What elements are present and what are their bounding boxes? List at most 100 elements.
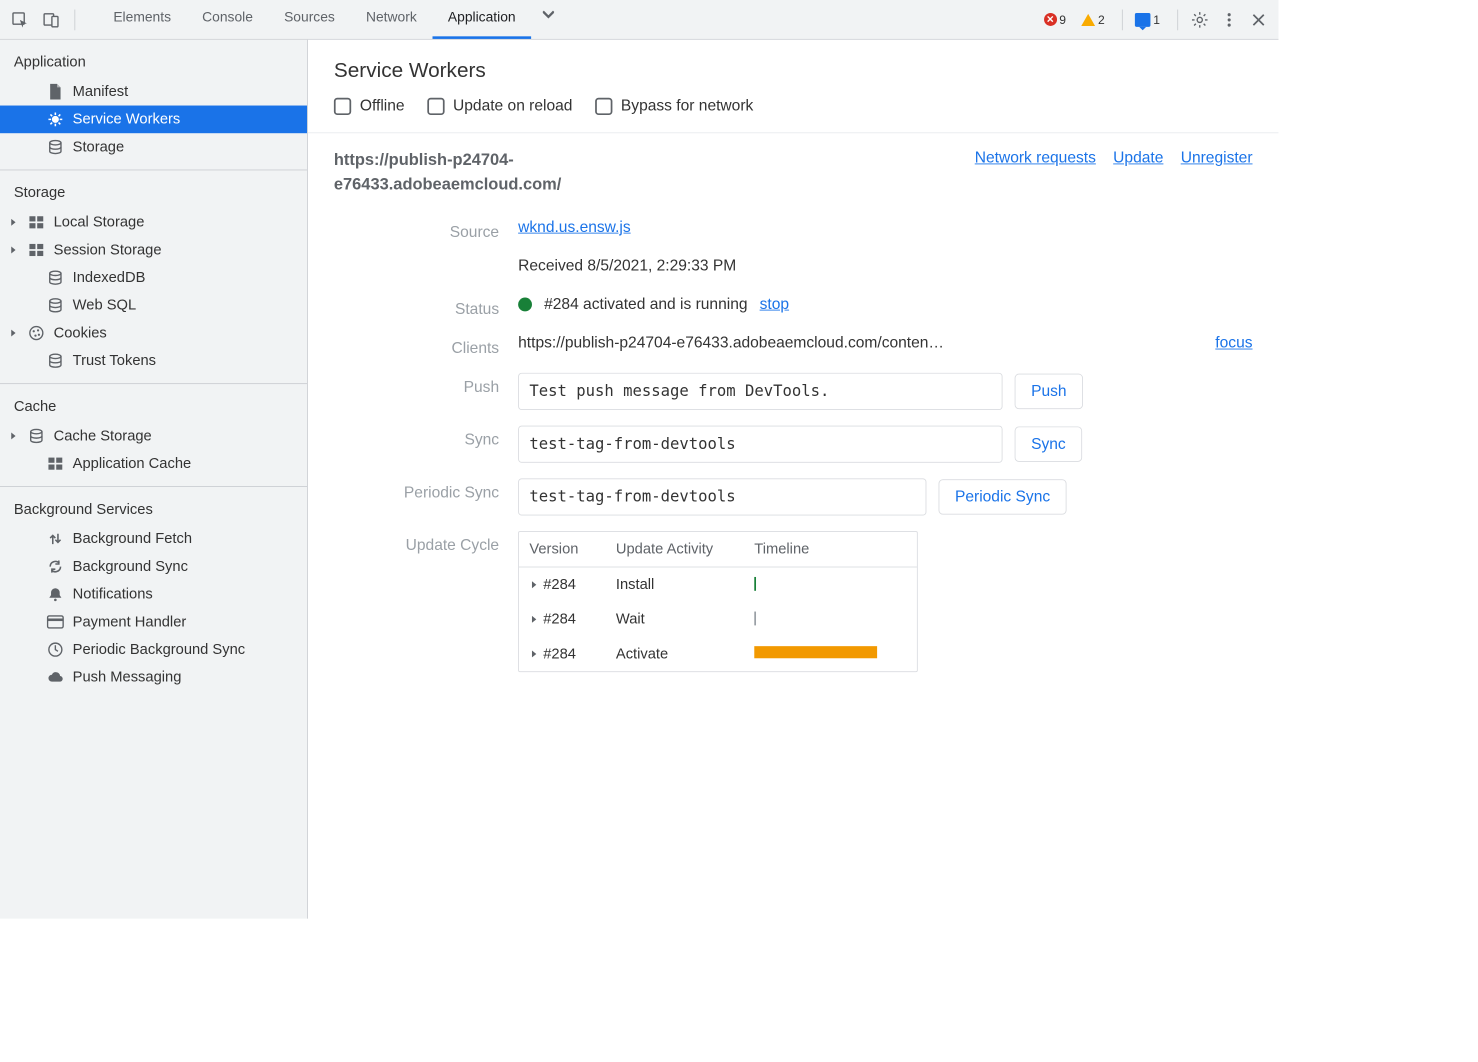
update-on-reload-label: Update on reload [453, 97, 572, 115]
db-icon [47, 139, 64, 155]
sidebar-item-label: IndexedDB [73, 269, 146, 286]
cycle-row[interactable]: #284 Wait [519, 602, 917, 637]
update-on-reload-checkbox[interactable]: Update on reload [427, 97, 572, 115]
sidebar-item-service-workers[interactable]: Service Workers [0, 106, 307, 134]
cycle-timeline [754, 612, 906, 628]
messages-count: 1 [1153, 13, 1160, 27]
sidebar-item-web-sql[interactable]: Web SQL [0, 292, 307, 320]
sidebar-item-session-storage[interactable]: Session Storage [0, 236, 307, 264]
clock-icon [47, 642, 64, 658]
warnings-count: 2 [1098, 13, 1105, 27]
status-label: Status [334, 295, 518, 318]
offline-checkbox[interactable]: Offline [334, 97, 405, 115]
grid-icon [28, 243, 45, 257]
cycle-version: #284 [543, 645, 576, 662]
more-tabs-icon[interactable] [531, 0, 566, 29]
inspect-icon[interactable] [5, 5, 34, 34]
devtools-tabbar: Elements Console Sources Network Applica… [0, 0, 1278, 40]
cycle-row[interactable]: #284Activate [519, 637, 917, 672]
sidebar-item-local-storage[interactable]: Local Storage [0, 208, 307, 236]
checkbox-icon [427, 97, 444, 114]
caret-icon [529, 614, 539, 624]
tab-elements[interactable]: Elements [98, 0, 187, 39]
tab-sources[interactable]: Sources [269, 0, 351, 39]
sidebar-item-payment-handler[interactable]: Payment Handler [0, 608, 307, 636]
sidebar-item-cookies[interactable]: Cookies [0, 319, 307, 347]
sidebar-item-label: Cache Storage [54, 427, 152, 444]
sidebar-item-label: Web SQL [73, 297, 136, 314]
sidebar-item-cache-storage[interactable]: Cache Storage [0, 422, 307, 450]
push-input[interactable] [518, 373, 1002, 410]
sidebar-item-label: Service Workers [73, 111, 181, 128]
db-icon [28, 428, 45, 444]
caret-icon [529, 580, 539, 590]
caret-icon [529, 649, 539, 659]
device-toggle-icon[interactable] [36, 5, 65, 34]
status-led-icon [518, 297, 532, 311]
sync-icon [47, 559, 64, 575]
sidebar-item-storage[interactable]: Storage [0, 133, 307, 161]
messages-indicator[interactable]: 1 [1130, 11, 1165, 28]
warnings-indicator[interactable]: 2 [1076, 11, 1110, 28]
tree-section-title: Application [0, 47, 307, 78]
network-requests-link[interactable]: Network requests [975, 149, 1096, 167]
content-panel: Service Workers Offline Update on reload… [308, 40, 1279, 919]
separator [74, 9, 75, 30]
close-icon[interactable] [1244, 5, 1273, 34]
sidebar-item-trust-tokens[interactable]: Trust Tokens [0, 347, 307, 375]
caret-icon [9, 431, 19, 441]
separator [1122, 9, 1123, 30]
sidebar-item-push-messaging[interactable]: Push Messaging [0, 663, 307, 691]
sidebar-item-label: Trust Tokens [73, 352, 156, 369]
errors-indicator[interactable]: ✕ 9 [1039, 11, 1072, 28]
update-link[interactable]: Update [1113, 149, 1163, 167]
grid-icon [28, 215, 45, 229]
sidebar-item-indexeddb[interactable]: IndexedDB [0, 264, 307, 292]
sidebar-item-label: Payment Handler [73, 613, 187, 630]
cycle-version: #284 [543, 611, 576, 628]
bypass-label: Bypass for network [621, 97, 753, 115]
sidebar-item-notifications[interactable]: Notifications [0, 580, 307, 608]
source-link[interactable]: wknd.us.ensw.js [518, 218, 631, 236]
cookie-icon [28, 325, 45, 341]
checkbox-icon [595, 97, 612, 114]
sync-button[interactable]: Sync [1015, 427, 1082, 462]
sidebar-item-periodic-background-sync[interactable]: Periodic Background Sync [0, 636, 307, 664]
bypass-checkbox[interactable]: Bypass for network [595, 97, 753, 115]
caret-icon [9, 328, 19, 338]
unregister-link[interactable]: Unregister [1181, 149, 1253, 167]
stop-link[interactable]: stop [760, 295, 789, 313]
sidebar-item-label: Manifest [73, 83, 129, 100]
sidebar-item-background-fetch[interactable]: Background Fetch [0, 525, 307, 553]
cycle-activity: Install [616, 576, 754, 593]
bell-icon [47, 586, 64, 602]
tab-network[interactable]: Network [350, 0, 432, 39]
sync-input[interactable] [518, 426, 1002, 463]
sidebar-item-label: Periodic Background Sync [73, 641, 245, 658]
cycle-activity: Wait [616, 611, 754, 628]
clients-label: Clients [334, 334, 518, 357]
periodic-sync-input[interactable] [518, 478, 926, 515]
sidebar-item-background-sync[interactable]: Background Sync [0, 553, 307, 581]
cycle-row[interactable]: #284Install [519, 568, 917, 603]
sidebar-item-application-cache[interactable]: Application Cache [0, 450, 307, 478]
kebab-menu-icon[interactable] [1214, 5, 1243, 34]
panel-title: Service Workers [334, 59, 1253, 83]
warning-icon [1082, 13, 1096, 25]
focus-link[interactable]: focus [1215, 334, 1252, 352]
updown-icon [47, 531, 64, 547]
sidebar-item-manifest[interactable]: Manifest [0, 78, 307, 106]
periodic-sync-label: Periodic Sync [334, 478, 518, 501]
registration-origin: https://publish-p24704-e76433.adobeaemcl… [334, 149, 697, 197]
offline-label: Offline [360, 97, 405, 115]
file-icon [47, 83, 64, 100]
push-button[interactable]: Push [1015, 374, 1083, 409]
tab-console[interactable]: Console [187, 0, 269, 39]
tab-application[interactable]: Application [432, 0, 531, 39]
separator [1177, 9, 1178, 30]
settings-icon[interactable] [1185, 5, 1214, 34]
col-version: Version [529, 541, 616, 558]
caret-icon [9, 245, 19, 255]
periodic-sync-button[interactable]: Periodic Sync [939, 479, 1067, 514]
sidebar-item-label: Push Messaging [73, 669, 182, 686]
